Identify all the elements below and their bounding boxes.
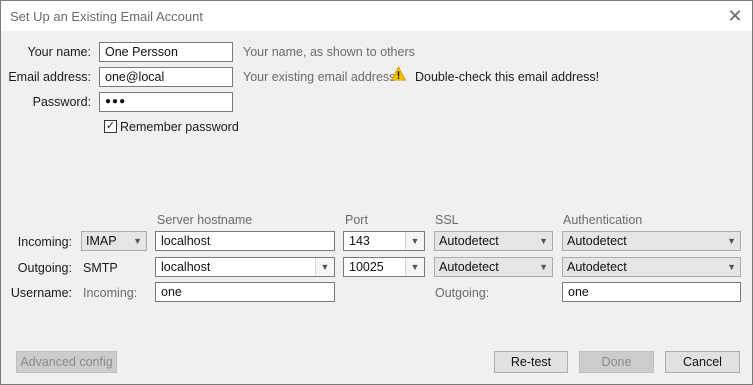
incoming-auth-value: Autodetect <box>567 234 627 248</box>
chevron-down-icon: ▼ <box>539 236 548 246</box>
advanced-config-button[interactable]: Advanced config <box>16 351 117 373</box>
your-name-input[interactable]: One Persson <box>99 42 233 62</box>
email-input[interactable]: one@local <box>99 67 233 87</box>
outgoing-hostname-combo[interactable]: localhost ▼ <box>155 257 335 277</box>
chevron-down-icon[interactable]: ▼ <box>405 258 424 276</box>
title-bar: Set Up an Existing Email Account ✕ <box>1 1 752 31</box>
incoming-hostname-input[interactable]: localhost <box>155 231 335 251</box>
username-incoming-label: Incoming: <box>83 286 138 300</box>
username-outgoing-label: Outgoing: <box>435 286 490 300</box>
cancel-button[interactable]: Cancel <box>665 351 740 373</box>
chevron-down-icon[interactable]: ▼ <box>405 232 424 250</box>
incoming-protocol-select[interactable]: IMAP ▼ <box>81 231 147 251</box>
chevron-down-icon: ▼ <box>539 262 548 272</box>
email-label: Email address: <box>8 70 91 84</box>
remember-password-checkbox[interactable]: ✓ <box>104 120 117 133</box>
email-hint: Your existing email address <box>243 70 396 84</box>
chevron-down-icon: ▼ <box>727 236 736 246</box>
incoming-ssl-select[interactable]: Autodetect ▼ <box>434 231 553 251</box>
chevron-down-icon: ▼ <box>727 262 736 272</box>
incoming-protocol-value: IMAP <box>86 234 117 248</box>
warning-icon <box>391 66 406 81</box>
setup-dialog: Set Up an Existing Email Account ✕ Your … <box>0 0 753 385</box>
incoming-ssl-value: Autodetect <box>439 234 499 248</box>
outgoing-auth-select[interactable]: Autodetect ▼ <box>562 257 741 277</box>
header-port: Port <box>345 213 368 227</box>
incoming-auth-select[interactable]: Autodetect ▼ <box>562 231 741 251</box>
window-title: Set Up an Existing Email Account <box>10 9 203 24</box>
outgoing-ssl-value: Autodetect <box>439 260 499 274</box>
remember-password-label: Remember password <box>120 120 239 134</box>
outgoing-username-input[interactable]: one <box>562 282 741 302</box>
header-ssl: SSL <box>435 213 459 227</box>
outgoing-label: Outgoing: <box>17 261 72 275</box>
header-server-hostname: Server hostname <box>157 213 253 227</box>
close-icon[interactable]: ✕ <box>718 1 752 31</box>
outgoing-port-combo[interactable]: 10025 ▼ <box>343 257 425 277</box>
outgoing-hostname-value: localhost <box>161 260 211 274</box>
outgoing-protocol: SMTP <box>83 261 118 275</box>
your-name-label: Your name: <box>27 45 91 59</box>
retest-button[interactable]: Re-test <box>494 351 568 373</box>
chevron-down-icon[interactable]: ▼ <box>315 258 334 276</box>
outgoing-auth-value: Autodetect <box>567 260 627 274</box>
done-button[interactable]: Done <box>579 351 654 373</box>
password-label: Password: <box>32 95 91 109</box>
incoming-port-value: 143 <box>349 234 370 248</box>
email-warning-text: Double-check this email address! <box>415 70 600 84</box>
your-name-hint: Your name, as shown to others <box>243 45 415 59</box>
outgoing-ssl-select[interactable]: Autodetect ▼ <box>434 257 553 277</box>
header-authentication: Authentication <box>563 213 643 227</box>
incoming-username-input[interactable]: one <box>155 282 335 302</box>
username-label: Username: <box>10 286 72 300</box>
chevron-down-icon: ▼ <box>133 236 142 246</box>
incoming-port-combo[interactable]: 143 ▼ <box>343 231 425 251</box>
outgoing-port-value: 10025 <box>349 260 384 274</box>
password-input[interactable]: ●●● <box>99 92 233 112</box>
incoming-label: Incoming: <box>17 235 72 249</box>
